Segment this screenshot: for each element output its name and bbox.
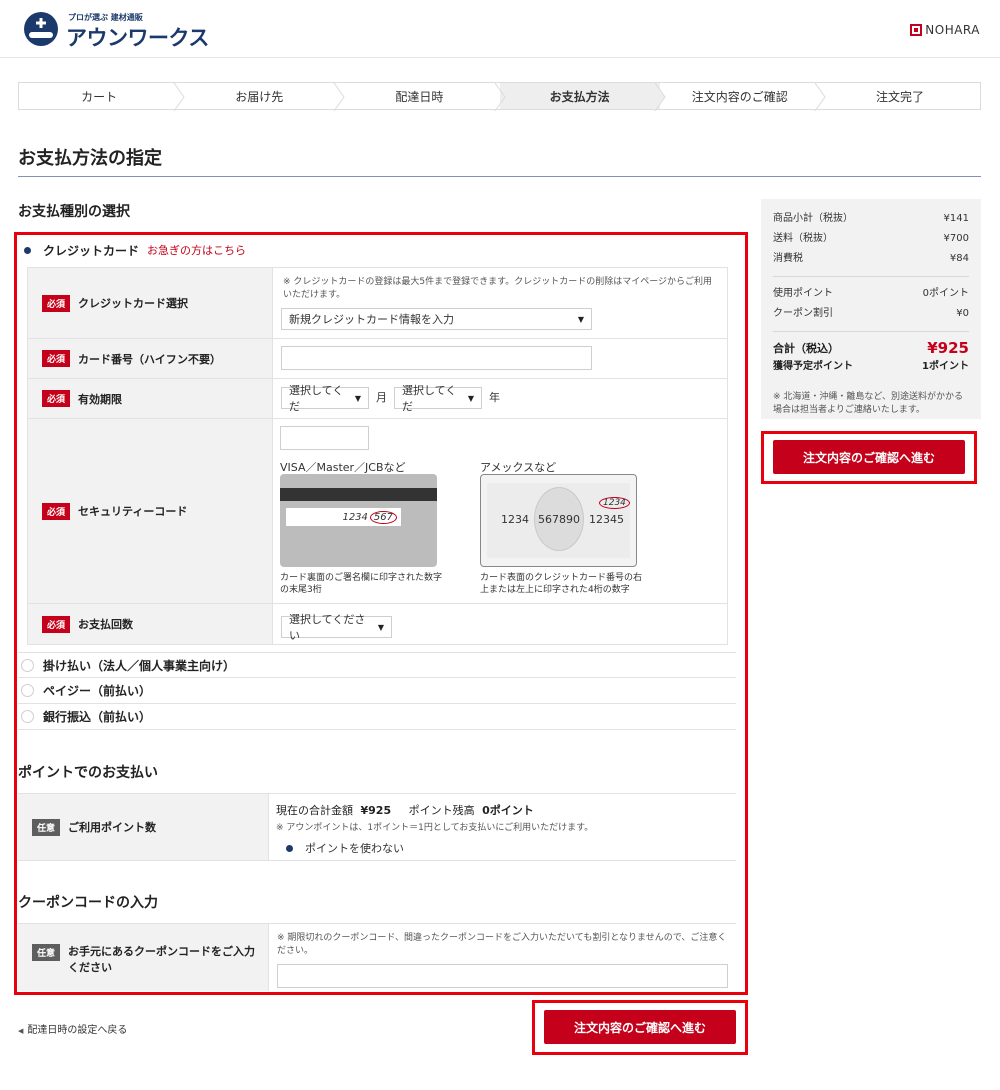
order-summary: 商品小計（税抜） ¥141 送料（税抜） ¥700 消費税 ¥84 使用ポイント… bbox=[761, 199, 981, 419]
page-title: お支払方法の指定 bbox=[18, 148, 162, 169]
shipping-label: 送料（税抜） bbox=[773, 233, 833, 244]
title-divider bbox=[18, 176, 981, 177]
earn-points-value: 1ポイント bbox=[922, 361, 969, 372]
step-cart: カート bbox=[19, 83, 185, 111]
logo-name: アウンワークス bbox=[66, 26, 209, 50]
summary-earn-points: 獲得予定ポイント 1ポイント bbox=[773, 357, 969, 377]
shipping-value: ¥700 bbox=[943, 233, 969, 244]
back-to-delivery-date-link[interactable]: ◀ 配達日時の設定へ戻る bbox=[18, 1021, 127, 1036]
step-delivery-address: お届け先 bbox=[179, 83, 345, 111]
summary-shipping: 送料（税抜） ¥700 bbox=[773, 229, 969, 249]
step-delivery-date: 配達日時 bbox=[339, 83, 506, 111]
logo-mark-icon bbox=[24, 12, 58, 46]
nohara-mark-icon bbox=[910, 24, 923, 36]
summary-note: ※ 北海道・沖縄・離島など、別途送料がかかる場合は担当者よりご連絡いたします。 bbox=[773, 392, 963, 415]
step-order-complete: 注文完了 bbox=[820, 83, 980, 109]
highlight-frame-form bbox=[14, 232, 748, 995]
summary-total: 合計（税込） ¥925 bbox=[773, 339, 969, 357]
summary-divider bbox=[773, 276, 969, 277]
tax-value: ¥84 bbox=[949, 253, 969, 264]
step-label: お届け先 bbox=[235, 89, 284, 104]
back-link-label: 配達日時の設定へ戻る bbox=[27, 1025, 128, 1036]
confirm-order-button-side[interactable]: 注文内容のご確認へ進む bbox=[773, 440, 965, 474]
summary-subtotal: 商品小計（税抜） ¥141 bbox=[773, 209, 969, 229]
caret-left-icon: ◀ bbox=[18, 1027, 24, 1035]
step-label: お支払方法 bbox=[549, 89, 610, 104]
step-label: 注文内容のご確認 bbox=[691, 89, 788, 104]
step-label: 配達日時 bbox=[395, 89, 444, 104]
earn-points-label: 獲得予定ポイント bbox=[773, 361, 853, 372]
used-points-value: 0ポイント bbox=[922, 288, 969, 299]
site-logo[interactable]: プロが選ぶ 建材通販 アウンワークス bbox=[24, 10, 214, 50]
coupon-discount-label: クーポン割引 bbox=[773, 308, 833, 319]
partner-logo[interactable]: NOHARA bbox=[910, 23, 980, 37]
summary-divider bbox=[773, 331, 969, 332]
partner-name: NOHARA bbox=[925, 23, 980, 37]
payment-section-title: お支払種別の選択 bbox=[18, 204, 130, 220]
step-chevron-icon bbox=[814, 83, 826, 111]
step-chevron-icon bbox=[653, 83, 666, 111]
checkout-steps: カート お届け先 配達日時 お支払方法 注文内容のご確認 注文完了 bbox=[18, 82, 981, 111]
step-chevron-icon bbox=[173, 83, 185, 111]
tax-label: 消費税 bbox=[773, 253, 803, 264]
confirm-order-button-bottom[interactable]: 注文内容のご確認へ進む bbox=[544, 1010, 736, 1044]
site-header: プロが選ぶ 建材通販 アウンワークス NOHARA bbox=[0, 0, 1000, 58]
coupon-discount-value: ¥0 bbox=[956, 308, 969, 319]
used-points-label: 使用ポイント bbox=[773, 288, 833, 299]
summary-coupon: クーポン割引 ¥0 bbox=[773, 304, 969, 324]
step-chevron-icon bbox=[333, 83, 345, 111]
subtotal-value: ¥141 bbox=[943, 213, 969, 224]
step-label: 注文完了 bbox=[875, 89, 924, 104]
summary-used-points: 使用ポイント 0ポイント bbox=[773, 284, 969, 304]
subtotal-label: 商品小計（税抜） bbox=[773, 213, 853, 224]
step-chevron-icon bbox=[494, 83, 506, 111]
total-value: ¥925 bbox=[927, 339, 969, 357]
total-label: 合計（税込） bbox=[773, 342, 839, 355]
step-payment-method: お支払方法 bbox=[499, 83, 666, 111]
step-order-confirm: 注文内容のご確認 bbox=[660, 83, 826, 111]
summary-tax: 消費税 ¥84 bbox=[773, 249, 969, 269]
step-label: カート bbox=[81, 89, 118, 104]
